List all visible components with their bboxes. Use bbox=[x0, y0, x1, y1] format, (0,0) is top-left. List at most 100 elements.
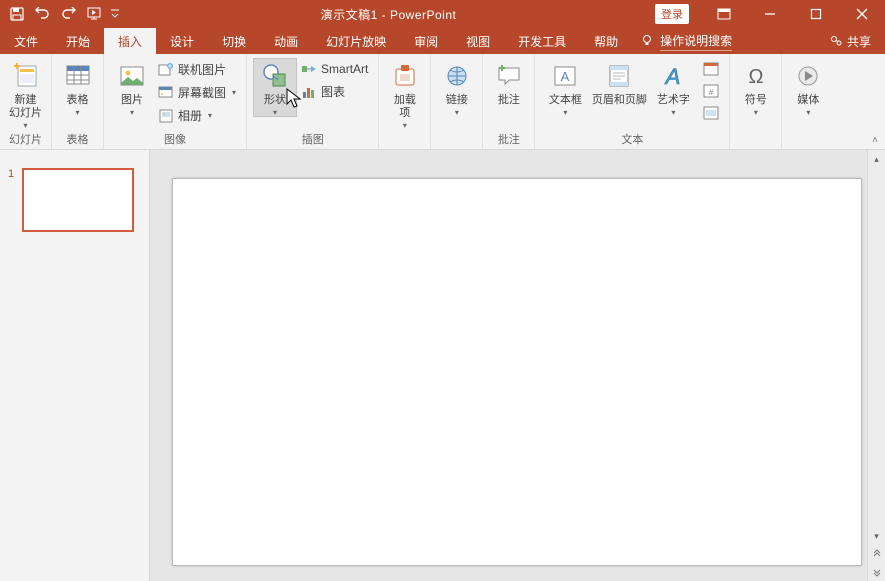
media-icon bbox=[792, 60, 824, 92]
ribbon-tabs: 文件 开始 插入 设计 切换 动画 幻灯片放映 审阅 视图 开发工具 帮助 操作… bbox=[0, 28, 885, 54]
comment-label: 批注 bbox=[498, 94, 520, 107]
slide-number-button[interactable]: # bbox=[699, 82, 723, 100]
group-slides: 新建 幻灯片 ▾ 幻灯片 bbox=[0, 54, 52, 149]
collapse-ribbon-button[interactable]: ˄ bbox=[865, 54, 885, 149]
vertical-scrollbar[interactable]: ▴ ▾ bbox=[867, 150, 885, 581]
svg-text:Ω: Ω bbox=[748, 66, 763, 88]
qat-customize-button[interactable] bbox=[108, 0, 122, 28]
dropdown-arrow-icon: ▾ bbox=[232, 88, 236, 97]
tab-file[interactable]: 文件 bbox=[0, 28, 52, 54]
comment-button[interactable]: 批注 bbox=[489, 58, 528, 107]
group-symbols: Ω 符号 ▾ bbox=[730, 54, 782, 149]
tab-insert[interactable]: 插入 bbox=[104, 28, 156, 54]
ribbon: 新建 幻灯片 ▾ 幻灯片 表格 ▾ 表格 图片 ▾ bbox=[0, 54, 885, 150]
tab-design[interactable]: 设计 bbox=[156, 28, 208, 54]
group-addins: 加载 项 ▾ bbox=[379, 54, 431, 149]
redo-button[interactable] bbox=[56, 0, 82, 28]
tab-slideshow[interactable]: 幻灯片放映 bbox=[312, 28, 400, 54]
object-button[interactable] bbox=[699, 104, 723, 122]
screenshot-label: 屏幕截图 bbox=[178, 84, 226, 101]
shapes-label: 形状 bbox=[264, 94, 286, 107]
scroll-up-button[interactable]: ▴ bbox=[868, 150, 885, 168]
group-images: 图片 ▾ 联机图片 屏幕截图 ▾ 相册 ▾ 图像 bbox=[104, 54, 247, 149]
chart-label: 图表 bbox=[321, 83, 345, 100]
links-button[interactable]: 链接 ▾ bbox=[437, 58, 476, 117]
tab-help[interactable]: 帮助 bbox=[580, 28, 632, 54]
screenshot-button[interactable]: 屏幕截图 ▾ bbox=[154, 83, 240, 102]
photo-album-button[interactable]: 相册 ▾ bbox=[154, 106, 240, 125]
slide-thumbnail-1[interactable] bbox=[22, 168, 134, 232]
save-button[interactable] bbox=[4, 0, 30, 28]
object-icon bbox=[703, 105, 719, 121]
window-controls: 登录 bbox=[655, 0, 885, 28]
chart-icon bbox=[301, 84, 317, 100]
media-label: 媒体 bbox=[797, 94, 819, 107]
lightbulb-icon bbox=[640, 34, 654, 48]
tab-view[interactable]: 视图 bbox=[452, 28, 504, 54]
group-text-label: 文本 bbox=[535, 131, 729, 149]
tell-me-search[interactable]: 操作说明搜索 bbox=[640, 28, 732, 54]
table-label: 表格 bbox=[67, 94, 89, 107]
table-button[interactable]: 表格 ▾ bbox=[58, 58, 97, 117]
group-links: 链接 ▾ bbox=[431, 54, 483, 149]
tab-animations[interactable]: 动画 bbox=[260, 28, 312, 54]
group-addins-label bbox=[379, 135, 430, 149]
start-from-beginning-button[interactable] bbox=[82, 0, 108, 28]
group-media-label bbox=[782, 135, 834, 149]
group-symbols-label bbox=[730, 135, 781, 149]
close-button[interactable] bbox=[839, 0, 885, 28]
wordart-button[interactable]: A 艺术字 ▾ bbox=[649, 58, 697, 117]
textbox-icon: A bbox=[549, 60, 581, 92]
new-slide-button[interactable]: 新建 幻灯片 ▾ bbox=[6, 58, 45, 130]
header-footer-icon bbox=[603, 60, 635, 92]
new-slide-label: 新建 幻灯片 bbox=[9, 94, 42, 120]
tab-developer[interactable]: 开发工具 bbox=[504, 28, 580, 54]
addins-label: 加载 项 bbox=[394, 94, 416, 120]
dropdown-arrow-icon: ▾ bbox=[455, 109, 459, 117]
links-label: 链接 bbox=[446, 94, 468, 107]
shapes-button[interactable]: 形状 ▾ bbox=[253, 58, 297, 117]
tab-review[interactable]: 审阅 bbox=[400, 28, 452, 54]
chart-button[interactable]: 图表 bbox=[297, 82, 372, 101]
comment-icon bbox=[493, 60, 525, 92]
screenshot-icon bbox=[158, 85, 174, 101]
dropdown-arrow-icon: ▾ bbox=[563, 109, 567, 117]
dropdown-arrow-icon: ▾ bbox=[671, 109, 675, 117]
slide-thumbnails-panel: 1 bbox=[0, 150, 150, 581]
slide-canvas-area: ▴ ▾ bbox=[150, 150, 885, 581]
tab-transitions[interactable]: 切换 bbox=[208, 28, 260, 54]
textbox-label: 文本框 bbox=[549, 94, 582, 107]
textbox-button[interactable]: A 文本框 ▾ bbox=[541, 58, 589, 117]
header-footer-button[interactable]: 页眉和页脚 bbox=[589, 58, 649, 107]
online-pictures-button[interactable]: 联机图片 bbox=[154, 60, 240, 79]
login-button[interactable]: 登录 bbox=[655, 4, 689, 24]
online-pictures-icon bbox=[158, 62, 174, 78]
symbol-icon: Ω bbox=[740, 60, 772, 92]
group-links-label bbox=[431, 135, 482, 149]
tab-home[interactable]: 开始 bbox=[52, 28, 104, 54]
symbol-button[interactable]: Ω 符号 ▾ bbox=[736, 58, 775, 117]
slide-canvas[interactable] bbox=[172, 178, 862, 566]
slide-thumbnail-number: 1 bbox=[8, 168, 18, 563]
dropdown-arrow-icon: ▾ bbox=[208, 111, 212, 120]
pictures-button[interactable]: 图片 ▾ bbox=[110, 58, 154, 117]
group-images-label: 图像 bbox=[104, 131, 246, 149]
maximize-button[interactable] bbox=[793, 0, 839, 28]
share-button[interactable]: 共享 bbox=[815, 28, 885, 54]
date-time-button[interactable] bbox=[699, 60, 723, 78]
scroll-down-button[interactable]: ▾ bbox=[868, 527, 885, 545]
media-button[interactable]: 媒体 ▾ bbox=[788, 58, 828, 117]
workspace: 1 ▴ ▾ bbox=[0, 150, 885, 581]
undo-button[interactable] bbox=[30, 0, 56, 28]
scroll-track[interactable] bbox=[868, 168, 885, 527]
ribbon-display-options-button[interactable] bbox=[701, 0, 747, 28]
group-media: 媒体 ▾ bbox=[782, 54, 834, 149]
smartart-button[interactable]: SmartArt bbox=[297, 60, 372, 78]
group-illustrations-label: 插图 bbox=[247, 131, 378, 149]
addins-button[interactable]: 加载 项 ▾ bbox=[385, 58, 424, 130]
dropdown-arrow-icon: ▾ bbox=[130, 109, 134, 117]
next-slide-button[interactable] bbox=[868, 563, 885, 581]
previous-slide-button[interactable] bbox=[868, 545, 885, 563]
header-footer-label: 页眉和页脚 bbox=[592, 94, 647, 107]
minimize-button[interactable] bbox=[747, 0, 793, 28]
